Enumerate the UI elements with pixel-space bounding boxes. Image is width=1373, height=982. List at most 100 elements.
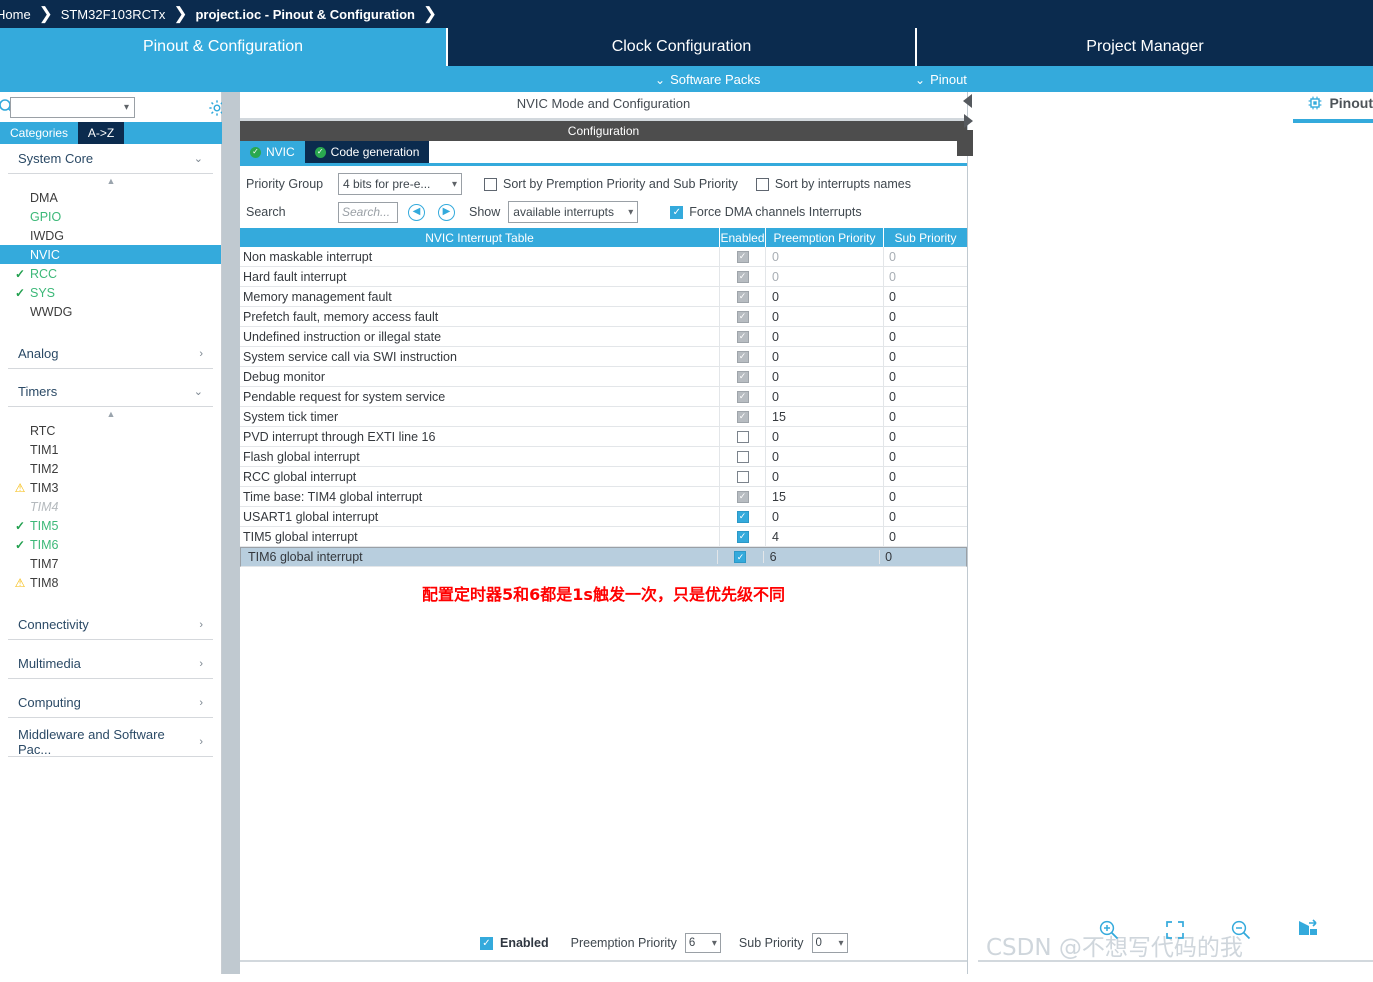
collapse-left-arrow-icon[interactable] [963,94,972,108]
sidebar-group-computing[interactable]: Computing › [8,688,213,718]
enabled-checkbox[interactable]: ✓ [736,490,749,503]
splitter-handle[interactable] [957,130,973,156]
sub-priority-cell[interactable]: 0 [884,427,967,446]
sub-priority-cell[interactable]: 0 [884,287,967,306]
table-row[interactable]: Time base: TIM4 global interrupt ✓ 15 0 [240,487,967,507]
enabled-cell[interactable]: ✓ [720,287,766,306]
expand-right-arrow-icon[interactable] [964,114,973,128]
enabled-cell[interactable] [720,467,766,486]
preemption-priority-cell[interactable]: 0 [766,367,884,386]
sidebar-item-gpio[interactable]: GPIO [0,207,221,226]
preemption-priority-cell[interactable]: 0 [766,387,884,406]
preemption-priority-cell[interactable]: 4 [766,527,884,546]
preemption-priority-cell[interactable]: 15 [766,407,884,426]
preemption-priority-cell[interactable]: 0 [766,267,884,286]
sidebar-group-multimedia[interactable]: Multimedia › [8,649,213,679]
force-dma-checkbox-row[interactable]: ✓ Force DMA channels Interrupts [670,205,862,219]
table-row[interactable]: System tick timer ✓ 15 0 [240,407,967,427]
table-row[interactable]: Undefined instruction or illegal state ✓ 0… [240,327,967,347]
enabled-cell[interactable]: ✓ [720,387,766,406]
table-row[interactable]: Prefetch fault, memory access fault ✓ 0 0 [240,307,967,327]
table-row[interactable]: Pendable request for system service ✓ 0 0 [240,387,967,407]
table-row[interactable]: Non maskable interrupt ✓ 0 0 [240,247,967,267]
zoom-out-icon[interactable] [1230,919,1252,941]
enabled-cell[interactable] [720,427,766,446]
sort-names-checkbox-row[interactable]: Sort by interrupts names [755,177,911,191]
sidebar-item-tim6[interactable]: ✓ TIM6 [0,535,221,554]
sub-priority-select[interactable]: 0 ▾ [811,933,848,953]
sub-priority-cell[interactable]: 0 [884,507,967,526]
sidebar-body[interactable]: System Core ⌄ ▲ DMA GPIO IWDG NVIC ✓ RCC… [0,144,221,982]
sub-priority-cell[interactable]: 0 [880,550,962,564]
table-row[interactable]: System service call via SWI instruction ✓… [240,347,967,367]
sub-priority-cell[interactable]: 0 [884,387,967,406]
tab-clock-configuration[interactable]: Clock Configuration [446,28,917,66]
chevron-left-circle-icon[interactable]: ◀ [408,203,425,221]
sidebar-item-tim3[interactable]: ⚠ TIM3 [0,478,221,497]
preemption-priority-cell[interactable]: 0 [766,287,884,306]
sub-priority-cell[interactable]: 0 [884,467,967,486]
enabled-checkbox[interactable]: ✓ [480,936,493,950]
sub-priority-cell[interactable]: 0 [884,487,967,506]
table-row[interactable]: PVD interrupt through EXTI line 16 0 0 [240,427,967,447]
table-row[interactable]: TIM5 global interrupt ✓ 4 0 [240,527,967,547]
table-row[interactable]: Hard fault interrupt ✓ 0 0 [240,267,967,287]
table-row[interactable]: RCC global interrupt 0 0 [240,467,967,487]
preemption-priority-cell[interactable]: 0 [766,507,884,526]
enabled-cell[interactable]: ✓ [720,407,766,426]
sidebar-splitter[interactable] [222,92,240,982]
pinout-menu[interactable]: ⌄ Pinout [915,72,967,87]
enabled-checkbox[interactable]: ✓ [736,290,749,303]
enabled-checkbox[interactable]: ✓ [736,350,749,363]
column-header-sub[interactable]: Sub Priority [884,228,967,247]
pinout-view-button[interactable]: Pinout [1307,95,1373,117]
sort-premption-checkbox[interactable] [484,177,497,191]
sub-priority-cell[interactable]: 0 [884,347,967,366]
preemption-priority-cell[interactable]: 15 [766,487,884,506]
enabled-checkbox[interactable]: ✓ [736,370,749,383]
sidebar-item-rtc[interactable]: RTC [0,421,221,440]
sub-priority-cell[interactable]: 0 [884,247,967,266]
breadcrumb-item-home[interactable]: Home [0,7,33,22]
sub-priority-cell[interactable]: 0 [884,267,967,286]
table-row[interactable]: USART1 global interrupt ✓ 0 0 [240,507,967,527]
zoom-in-icon[interactable] [1098,919,1120,941]
sub-priority-cell[interactable]: 0 [884,447,967,466]
sub-priority-cell[interactable]: 0 [884,327,967,346]
sidebar-item-tim1[interactable]: TIM1 [0,440,221,459]
sidebar-item-rcc[interactable]: ✓ RCC [0,264,221,283]
table-row[interactable]: Memory management fault ✓ 0 0 [240,287,967,307]
enabled-checkbox[interactable]: ✓ [736,510,749,523]
sort-names-checkbox[interactable] [755,177,769,191]
rotate-icon[interactable] [1296,919,1318,941]
sidebar-item-tim4[interactable]: TIM4 [0,497,221,516]
table-row[interactable]: Debug monitor ✓ 0 0 [240,367,967,387]
table-row[interactable]: TIM6 global interrupt ✓ 6 0 [240,547,967,567]
enabled-cell[interactable]: ✓ [720,327,766,346]
sidebar-item-sys[interactable]: ✓ SYS [0,283,221,302]
tab-nvic[interactable]: ✓ NVIC [240,141,305,163]
chevron-right-circle-icon[interactable]: ▶ [438,203,455,221]
enabled-cell[interactable]: ✓ [720,267,766,286]
preemption-priority-cell[interactable]: 0 [766,327,884,346]
enabled-cell[interactable]: ✓ [720,507,766,526]
sidebar-item-tim2[interactable]: TIM2 [0,459,221,478]
enabled-checkbox[interactable] [736,470,749,483]
enabled-cell[interactable]: ✓ [720,367,766,386]
sidebar-tab-a-to-z[interactable]: A->Z [78,122,125,144]
tab-pinout-configuration[interactable]: Pinout & Configuration [0,28,446,66]
breadcrumb-item-project[interactable]: project.ioc - Pinout & Configuration [193,7,417,22]
column-header-name[interactable]: NVIC Interrupt Table [240,228,720,247]
fit-to-screen-icon[interactable] [1164,919,1186,941]
sub-priority-cell[interactable]: 0 [884,407,967,426]
show-select[interactable]: available interrupts ▾ [508,201,639,223]
sidebar-group-timers[interactable]: Timers ⌄ [8,377,213,407]
breadcrumb-item-mcu[interactable]: STM32F103RCTx [59,7,168,22]
scroll-spinner-icon[interactable]: ▲ [0,407,221,421]
sidebar-tab-categories[interactable]: Categories [0,122,78,144]
column-header-preemption[interactable]: Preemption Priority [766,228,884,247]
search-input[interactable]: Search... [338,201,398,223]
sidebar-item-wwdg[interactable]: WWDG [0,302,221,321]
sidebar-item-tim8[interactable]: ⚠ TIM8 [0,573,221,592]
sidebar-group-system-core[interactable]: System Core ⌄ [8,144,213,174]
